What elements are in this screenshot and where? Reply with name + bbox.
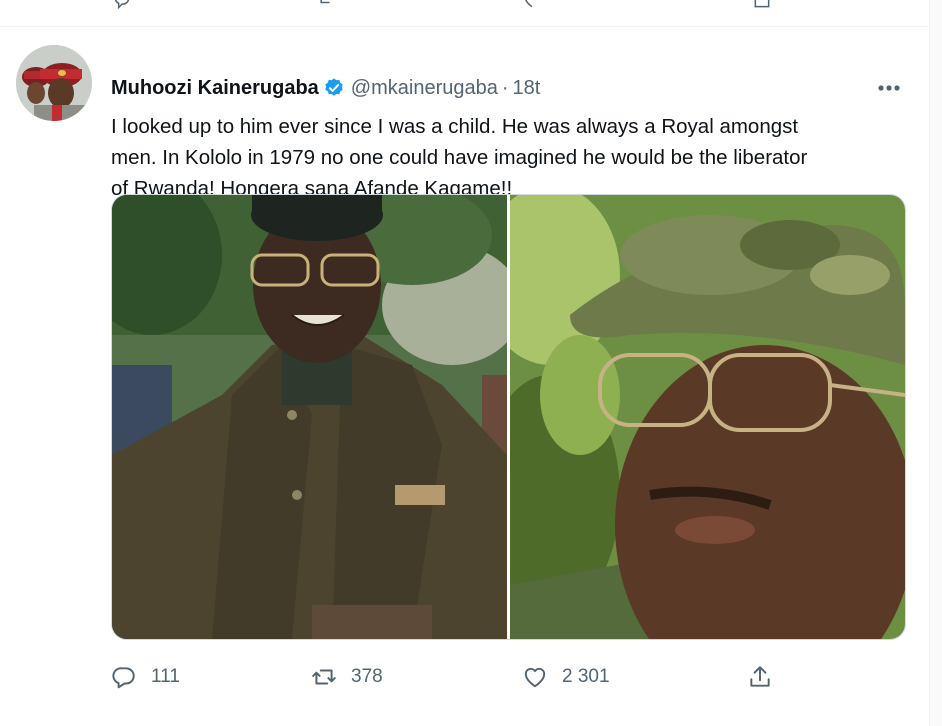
tweet-photo-left[interactable]: [112, 195, 507, 639]
verified-badge-icon: [325, 78, 343, 96]
tweet-text: I looked up to him ever since I was a ch…: [111, 115, 808, 200]
more-icon[interactable]: [874, 77, 904, 99]
tweet-photo-right[interactable]: [510, 195, 905, 639]
tweet[interactable]: Muhoozi Kainerugaba @mkainerugaba · 18t …: [0, 27, 929, 726]
reply-count: 111: [151, 666, 180, 687]
share-button[interactable]: [747, 662, 787, 692]
retweet-icon[interactable]: [317, 0, 337, 10]
retweet-icon: [312, 669, 336, 685]
heart-icon: [524, 667, 546, 688]
retweet-count: 378: [351, 666, 383, 687]
avatar[interactable]: [16, 45, 92, 121]
reply-icon[interactable]: [112, 0, 132, 10]
reply-icon: [112, 667, 135, 689]
separator-dot: ·: [501, 76, 509, 99]
reply-button[interactable]: 111: [111, 662, 180, 692]
tweet-header: Muhoozi Kainerugaba @mkainerugaba · 18t: [111, 73, 540, 103]
heart-icon[interactable]: [522, 0, 542, 10]
page-scrollbar[interactable]: [930, 0, 942, 726]
retweet-button[interactable]: 378: [311, 662, 383, 692]
tweet-media[interactable]: [111, 194, 906, 640]
previous-tweet-actions: [0, 0, 930, 27]
like-button[interactable]: 2 301: [522, 662, 610, 692]
share-icon[interactable]: [752, 0, 772, 10]
author-handle[interactable]: @mkainerugaba: [351, 77, 498, 100]
share-icon: [750, 666, 770, 687]
tweet-actions: 111 378 2 301: [111, 662, 791, 692]
author-name[interactable]: Muhoozi Kainerugaba: [111, 77, 319, 100]
like-count: 2 301: [562, 666, 610, 687]
tweet-timestamp[interactable]: 18t: [513, 77, 541, 100]
